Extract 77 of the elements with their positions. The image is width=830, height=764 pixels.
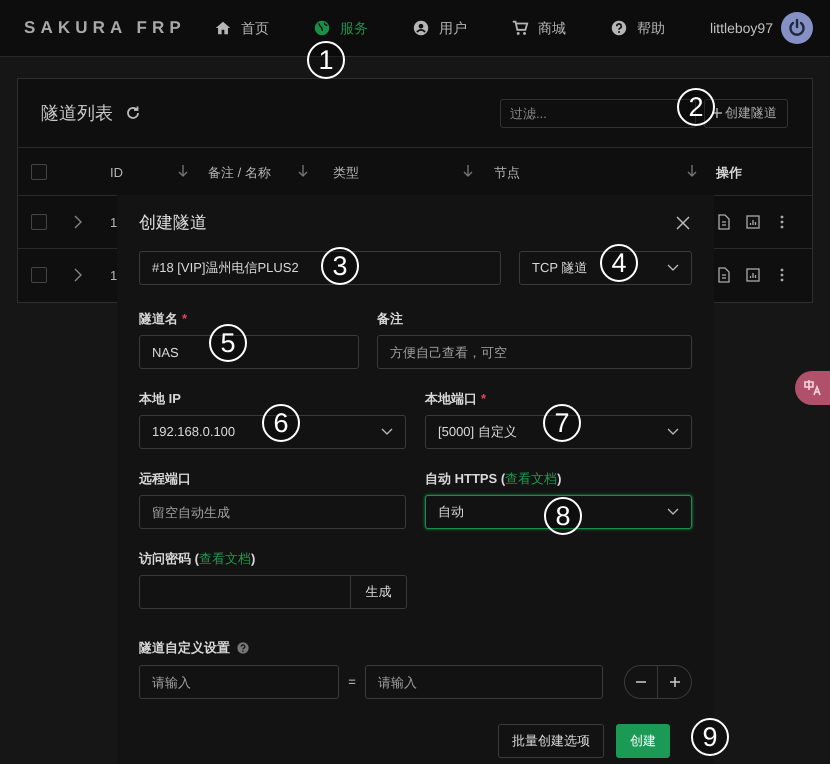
username[interactable]: littleboy97	[710, 18, 773, 38]
field-label: 自动 HTTPS (查看文档)	[425, 470, 563, 487]
home-icon	[214, 19, 232, 37]
step-marker: 4	[600, 244, 638, 282]
id-cell-text: 1	[110, 214, 118, 232]
chevron-down-icon[interactable]	[667, 264, 679, 272]
checkbox[interactable]	[31, 214, 47, 230]
step-marker: 9	[691, 718, 729, 756]
user-icon	[412, 19, 430, 37]
cart-icon	[511, 19, 529, 37]
nav-link[interactable]: 商城	[511, 18, 566, 38]
nav-link[interactable]: 帮助	[610, 18, 665, 38]
equals-sign: =	[347, 673, 357, 692]
field-label: 本地 IP	[139, 390, 182, 407]
dialog-title: 创建隧道	[139, 212, 207, 234]
sort-arrow-icon[interactable]	[297, 164, 309, 178]
sort-arrow-icon[interactable]	[177, 164, 189, 178]
translate-icon[interactable]	[795, 371, 830, 405]
chevron-down-icon[interactable]	[667, 508, 679, 516]
column-header[interactable]: ID	[110, 163, 123, 182]
step-marker: 1	[307, 41, 345, 79]
batch-options-button[interactable]: 批量创建选项	[498, 724, 604, 758]
input-field[interactable]: 方便自己查看，可空	[377, 335, 692, 369]
field-label: 访问密码 (查看文档)	[139, 550, 256, 567]
chevron-down-icon[interactable]	[381, 428, 393, 436]
logo: SAKURA FRP	[24, 17, 187, 40]
step-marker: 3	[321, 247, 359, 285]
required-mark: *	[481, 391, 486, 406]
field-label: 远程端口	[139, 470, 192, 487]
chevron-icon[interactable]	[74, 215, 82, 229]
field-label: 隧道自定义设置	[139, 639, 230, 658]
plus-icon	[668, 676, 680, 688]
value-field[interactable]: 请输入	[365, 665, 603, 699]
sort-arrow-icon[interactable]	[462, 164, 474, 178]
id-cell-text: 1	[110, 267, 118, 285]
chevron-down-icon[interactable]	[667, 428, 679, 436]
plus-icon	[711, 107, 723, 119]
chart-icon[interactable]	[745, 214, 761, 230]
checkbox[interactable]	[31, 267, 47, 283]
field-label: 本地端口 *	[425, 390, 488, 407]
doc-link[interactable]: 查看文档	[505, 471, 558, 486]
password-field[interactable]	[139, 575, 351, 609]
document-icon[interactable]	[716, 214, 732, 230]
nav-link[interactable]: 用户	[412, 18, 467, 38]
column-header[interactable]: 操作	[716, 163, 742, 182]
column-header[interactable]: 节点	[494, 163, 520, 182]
column-header[interactable]: 类型	[333, 163, 359, 182]
nav-link[interactable]: 首页	[214, 18, 269, 38]
field-label: 隧道名 *	[139, 310, 188, 327]
help-icon	[610, 19, 628, 37]
step-marker: 2	[677, 88, 715, 126]
close-icon[interactable]	[676, 216, 690, 230]
refresh-icon[interactable]	[125, 105, 141, 121]
create-tunnel-button[interactable]: 创建隧道	[704, 98, 788, 128]
card-title: 隧道列表	[41, 102, 113, 124]
generate-button[interactable]: 生成	[351, 575, 407, 609]
step-marker: 5	[209, 324, 247, 362]
chart-icon[interactable]	[745, 267, 761, 283]
checkbox[interactable]	[31, 164, 47, 180]
create-button[interactable]: 创建	[616, 724, 670, 758]
help-icon[interactable]	[236, 641, 250, 655]
nav-link[interactable]: 服务	[313, 18, 368, 38]
doc-link[interactable]: 查看文档	[198, 551, 251, 566]
key-field[interactable]: 请输入	[139, 665, 339, 699]
power-button[interactable]	[781, 12, 813, 44]
globe-icon	[313, 19, 331, 37]
field-label: 备注	[377, 310, 404, 327]
sort-arrow-icon[interactable]	[686, 164, 698, 178]
input-field[interactable]: 留空自动生成	[139, 495, 406, 529]
step-marker: 8	[544, 497, 582, 535]
step-marker: 7	[543, 404, 581, 442]
power-icon	[787, 18, 807, 38]
required-mark: *	[182, 311, 188, 326]
chevron-icon[interactable]	[74, 268, 82, 282]
column-header[interactable]: 备注 / 名称	[208, 163, 271, 182]
document-icon[interactable]	[716, 267, 732, 283]
step-marker: 6	[262, 404, 300, 442]
